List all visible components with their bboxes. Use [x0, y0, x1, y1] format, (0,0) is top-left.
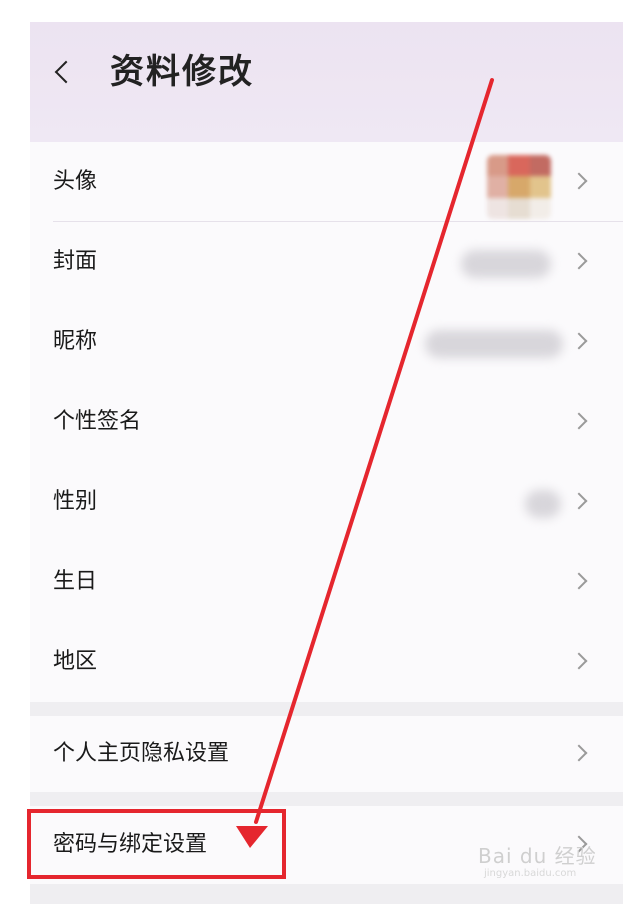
avatar-mosaic-cell	[529, 176, 551, 198]
profile-edit-screen: 资料修改 头像 封面 昵称 个性签名 性别 生日 地区 个人主页隐私设置 密码与…	[30, 22, 623, 904]
page-title: 资料修改	[110, 52, 254, 92]
row-avatar[interactable]: 头像	[30, 142, 623, 222]
row-label: 头像	[53, 169, 98, 194]
gender-value-blurred	[525, 490, 561, 518]
baidu-watermark-url: jingyan.baidu.com	[484, 868, 577, 879]
section-divider	[30, 884, 623, 904]
cover-preview-blurred	[461, 250, 551, 278]
chevron-right-icon	[570, 172, 588, 190]
chevron-right-icon	[570, 412, 588, 430]
chevron-right-icon	[570, 572, 588, 590]
back-arrow-icon[interactable]	[54, 60, 78, 84]
baidu-watermark: Bai du 经验	[478, 844, 597, 868]
row-signature[interactable]: 个性签名	[30, 382, 623, 462]
avatar-mosaic-cell	[529, 197, 551, 219]
nickname-value-blurred	[425, 330, 563, 358]
privacy-panel: 个人主页隐私设置	[30, 716, 623, 792]
highlight-box	[27, 809, 286, 879]
avatar-mosaic-cell	[508, 155, 530, 177]
row-label: 地区	[53, 649, 98, 674]
row-privacy-settings[interactable]: 个人主页隐私设置	[30, 716, 623, 792]
avatar-mosaic-cell	[487, 197, 509, 219]
row-label: 封面	[53, 249, 98, 274]
chevron-right-icon	[570, 652, 588, 670]
chevron-right-icon	[570, 492, 588, 510]
row-label: 昵称	[53, 329, 98, 354]
section-divider	[30, 792, 623, 806]
row-cover[interactable]: 封面	[30, 222, 623, 302]
section-divider	[30, 702, 623, 716]
avatar-mosaic-cell	[508, 197, 530, 219]
avatar-mosaic-cell	[529, 155, 551, 177]
avatar-mosaic-cell	[487, 155, 509, 177]
row-nickname[interactable]: 昵称	[30, 302, 623, 382]
row-region[interactable]: 地区	[30, 622, 623, 702]
row-birthday[interactable]: 生日	[30, 542, 623, 622]
row-label: 生日	[53, 569, 98, 594]
avatar-mosaic-cell	[487, 176, 509, 198]
row-gender[interactable]: 性别	[30, 462, 623, 542]
avatar[interactable]	[487, 155, 551, 219]
row-label: 个性签名	[53, 409, 142, 434]
row-label: 性别	[53, 489, 98, 514]
chevron-right-icon	[570, 252, 588, 270]
header: 资料修改	[30, 50, 623, 110]
avatar-mosaic-cell	[508, 176, 530, 198]
chevron-right-icon	[570, 744, 588, 762]
row-label: 个人主页隐私设置	[53, 741, 230, 766]
profile-info-panel: 头像 封面 昵称 个性签名 性别 生日 地区	[30, 142, 623, 702]
chevron-right-icon	[570, 332, 588, 350]
